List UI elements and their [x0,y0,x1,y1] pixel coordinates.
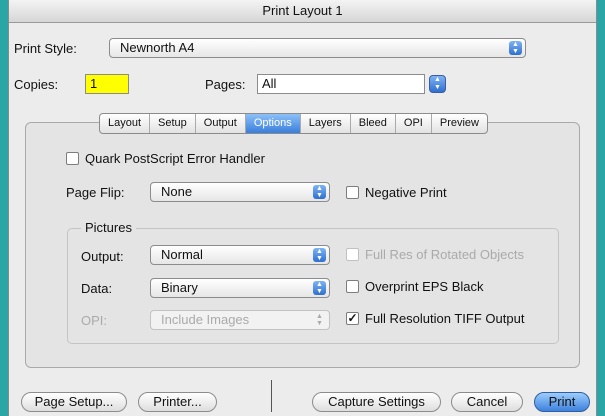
print-style-label: Print Style: [14,41,77,56]
checkbox-box [66,152,79,165]
cancel-button[interactable]: Cancel [451,392,523,412]
overprint-eps-label: Overprint EPS Black [365,279,484,294]
output-popup[interactable]: Normal ▲ ▼ [150,245,330,265]
capture-settings-button[interactable]: Capture Settings [312,392,441,412]
button-separator [271,380,272,412]
print-style-popup[interactable]: Newnorth A4 ▲ ▼ [109,38,526,58]
data-value: Binary [161,280,198,295]
tab-setup[interactable]: Setup [150,114,196,133]
window-title: Print Layout 1 [9,0,596,23]
negative-print-label: Negative Print [365,185,447,200]
printer-button[interactable]: Printer... [138,392,217,412]
pages-popup-arrows-icon[interactable]: ▲ ▼ [429,75,446,93]
copies-field[interactable]: 1 [85,74,129,94]
pages-field[interactable]: All [257,74,425,94]
full-res-tiff-label: Full Resolution TIFF Output [365,311,525,326]
print-dialog: Print Layout 1 Print Style: Newnorth A4 … [8,0,597,416]
checkbox-box [346,186,359,199]
popup-arrows-icon: ▲ ▼ [316,313,323,327]
tab-layers[interactable]: Layers [301,114,351,133]
tab-opi[interactable]: OPI [396,114,432,133]
opi-value: Include Images [161,312,250,327]
tab-options[interactable]: Options [245,114,301,133]
tab-preview[interactable]: Preview [432,114,487,133]
data-popup[interactable]: Binary ▲ ▼ [150,278,330,298]
print-button[interactable]: Print [534,392,590,412]
quark-ps-handler-label: Quark PostScript Error Handler [85,151,265,166]
page-setup-button[interactable]: Page Setup... [21,392,127,412]
tab-layout[interactable]: Layout [100,114,151,133]
pictures-group-title: Pictures [81,220,136,235]
popup-arrows-icon: ▲ ▼ [509,41,522,55]
negative-print-checkbox[interactable]: Negative Print [346,185,447,200]
checkbox-box [346,280,359,293]
page-flip-label: Page Flip: [66,185,125,200]
output-value: Normal [161,247,203,262]
tab-output[interactable]: Output [196,114,246,133]
quark-ps-handler-checkbox[interactable]: Quark PostScript Error Handler [66,151,265,166]
full-res-rotated-label: Full Res of Rotated Objects [365,247,524,262]
copies-label: Copies: [14,77,59,92]
pages-label: Pages: [205,77,246,92]
full-res-rotated-checkbox[interactable]: Full Res of Rotated Objects [346,247,524,262]
page-flip-popup[interactable]: None ▲ ▼ [150,182,330,202]
tab-bleed[interactable]: Bleed [351,114,396,133]
checkmark-icon: ✓ [346,311,359,325]
popup-arrows-icon: ▲ ▼ [313,248,326,262]
popup-arrows-icon: ▲ ▼ [313,185,326,199]
opi-label: OPI: [81,313,108,328]
data-label: Data: [81,281,113,296]
tab-bar: Layout Setup Output Options Layers Bleed… [99,113,488,134]
opi-popup[interactable]: Include Images ▲ ▼ [150,310,330,330]
page-flip-value: None [161,184,193,199]
overprint-eps-checkbox[interactable]: Overprint EPS Black [346,279,484,294]
output-label: Output: [81,249,124,264]
full-res-tiff-checkbox[interactable]: ✓ Full Resolution TIFF Output [346,311,524,326]
print-style-value: Newnorth A4 [120,40,195,55]
checkbox-box [346,248,359,261]
popup-arrows-icon: ▲ ▼ [313,281,326,295]
